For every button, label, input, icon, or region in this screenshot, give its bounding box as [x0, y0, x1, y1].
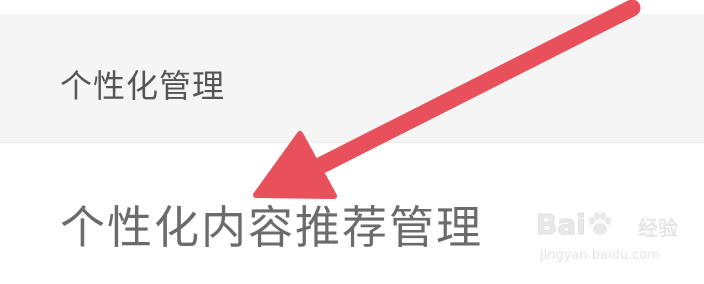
section-header: 个性化管理 [0, 14, 704, 143]
watermark-jingyan-text: 经验 [638, 216, 679, 241]
watermark-url: jingyan.baidu.com [540, 248, 660, 263]
top-spacer [0, 0, 704, 14]
watermark-bai-text: Bai [536, 208, 587, 242]
list-item-label: 个性化内容推荐管理 [60, 201, 484, 254]
settings-screen: 个性化管理 个性化内容推荐管理 Bai du 经验 jingyan.baidu.… [0, 0, 704, 284]
section-header-label: 个性化管理 [60, 67, 226, 105]
baidu-jingyan-watermark: Bai du 经验 jingyan.baidu.com [536, 206, 679, 272]
watermark-logo: Bai du 经验 [536, 206, 679, 246]
paw-icon [589, 212, 611, 235]
